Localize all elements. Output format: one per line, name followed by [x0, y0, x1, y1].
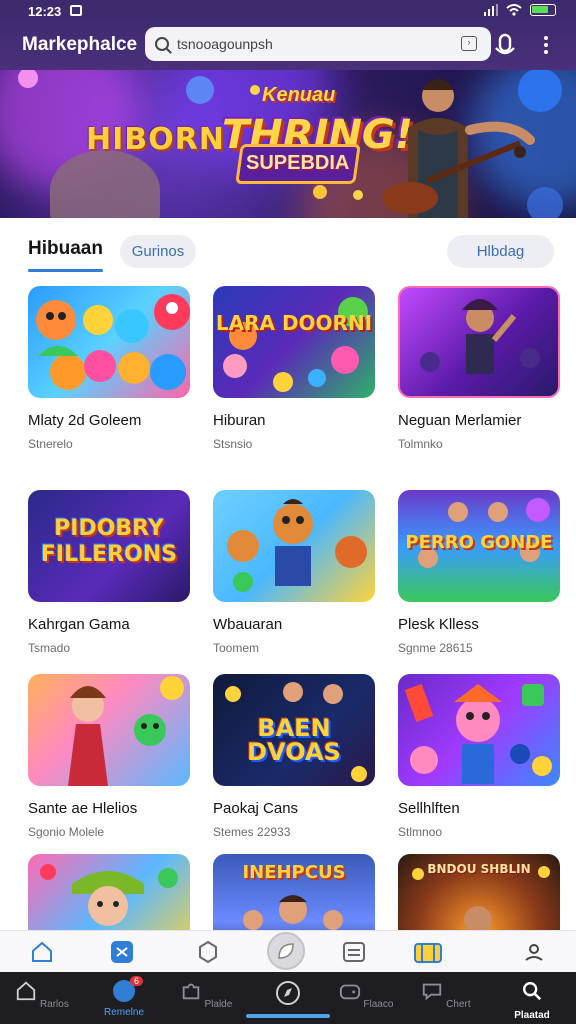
game-art-title: LARA DOORNI	[215, 311, 373, 335]
status-bar: 12:23	[0, 0, 576, 24]
search-icon	[155, 37, 169, 51]
tab-pill-right[interactable]: Hlbdag	[447, 235, 554, 268]
game-card[interactable]: LARA DOORNI Hiburan Stsnsio	[213, 286, 375, 451]
game-art-title: BAEN DVOAS	[247, 714, 341, 766]
game-subtitle: Stlmnoo	[398, 825, 443, 839]
battery-icon	[530, 4, 556, 16]
tab-pill-left[interactable]: Gurinos	[120, 235, 196, 268]
game-card[interactable]: Neguan Merlamier Tolmnko	[398, 286, 560, 451]
nav-label: Plaatad	[514, 1010, 550, 1021]
game-subtitle: Sgonio Molele	[28, 825, 105, 839]
game-thumbnail: LARA DOORNI	[213, 286, 375, 398]
compass-icon	[276, 981, 300, 1005]
game-art-title: BNDOU SHBLIN	[427, 862, 531, 876]
game-art-title: INEHPCUS	[242, 862, 346, 883]
nav-item-plalde[interactable]: Plalde	[176, 980, 236, 1010]
game-card[interactable]: BAEN DVOAS Paokaj Cans Stemes 22933	[213, 674, 375, 839]
game-title: Paokaj Cans	[213, 800, 299, 817]
game-thumbnail	[398, 674, 560, 786]
game-title: Kahrgan Gama	[28, 616, 130, 633]
game-title: Plesk Klless	[398, 616, 479, 633]
game-card[interactable]: Sante ae Hlelios Sgonio Molele	[28, 674, 190, 839]
puzzle-icon	[182, 983, 199, 1000]
wifi-icon	[506, 4, 522, 16]
quick-action-bar	[0, 930, 576, 972]
game-thumbnail	[28, 286, 190, 398]
center-action-button[interactable]	[267, 932, 305, 970]
game-art-title: PIDOBRY FILLERONS	[40, 516, 178, 567]
chat-icon: 6	[113, 976, 143, 1002]
nav-item-flaaco[interactable]: Flaaco	[336, 980, 396, 1010]
nav-label: Flaaco	[363, 999, 394, 1010]
app-header: 12:23 Markephalce ›	[0, 0, 576, 70]
category-tabs: Hibuaan Gurinos Hlbdag	[0, 218, 576, 280]
home-indicator[interactable]	[246, 1014, 330, 1018]
tab-active[interactable]: Hibuaan	[28, 238, 103, 260]
game-art-title: PERRO GONDE	[405, 532, 553, 553]
signal-icon	[484, 4, 498, 16]
game-title: Wbauaran	[213, 616, 283, 633]
user-icon[interactable]	[522, 940, 546, 964]
leaf-icon	[278, 943, 294, 959]
nav-item-home[interactable]: Rarlos	[12, 980, 72, 1010]
game-card[interactable]: Mlaty 2d Goleem Stnerelo	[28, 286, 190, 451]
more-menu-icon[interactable]	[544, 36, 548, 54]
profile-icon[interactable]	[494, 32, 516, 56]
nav-label: Plalde	[204, 999, 233, 1010]
game-thumbnail: BAEN DVOAS	[213, 674, 375, 786]
banner-title-left: HIBORN	[86, 122, 225, 157]
scan-icon[interactable]: ›	[461, 36, 477, 51]
nav-item-compass[interactable]	[258, 980, 318, 1014]
banner-plate: SUPEBDIA	[246, 152, 350, 174]
nav-item-remelne[interactable]: 6 Remelne	[94, 976, 154, 1018]
game-card[interactable]: Sellhlften Stlmnoo	[398, 674, 560, 839]
promo-banner[interactable]: Kenuau HIBORN THRING! SUPEBDIA	[0, 70, 576, 218]
search-icon	[523, 982, 542, 1001]
game-subtitle: Stsnsio	[213, 437, 253, 451]
game-title: Sante ae Hlelios	[28, 800, 138, 817]
guitarist-figure	[382, 79, 535, 218]
game-icon	[339, 984, 360, 1000]
game-subtitle: Tolmnko	[398, 437, 443, 451]
banner-subtitle: Kenuau	[262, 84, 336, 106]
nav-item-plaatad[interactable]: Plaatad	[502, 980, 562, 1021]
game-title: Neguan Merlamier	[398, 412, 522, 429]
game-thumbnail: PERRO GONDE	[398, 490, 560, 602]
gamepad-icon[interactable]	[110, 940, 134, 964]
game-card[interactable]: PERRO GONDE Plesk Klless Sgnme 28615	[398, 490, 560, 655]
box-icon[interactable]	[414, 940, 442, 964]
game-title: Hiburan	[213, 412, 266, 429]
game-subtitle: Toomem	[213, 641, 260, 655]
game-thumbnail	[213, 490, 375, 602]
game-thumbnail: PIDOBRY FILLERONS	[28, 490, 190, 602]
game-subtitle: Sgnme 28615	[398, 641, 473, 655]
notification-icon	[70, 5, 82, 16]
home-icon	[16, 981, 36, 1001]
game-card[interactable]: Wbauaran Toomem	[213, 490, 375, 655]
game-thumbnail	[28, 674, 190, 786]
badge-icon[interactable]	[196, 940, 220, 964]
game-title: Sellhlften	[398, 800, 460, 817]
tab-indicator	[28, 269, 103, 272]
game-title: Mlaty 2d Goleem	[28, 412, 142, 429]
game-card[interactable]: PIDOBRY FILLERONS Kahrgan Gama Tsmado	[28, 490, 190, 655]
status-time: 12:23	[28, 4, 62, 19]
game-thumbnail	[398, 286, 560, 398]
search-bar[interactable]: ›	[145, 27, 491, 61]
page-title: Markephalce	[22, 34, 138, 55]
game-subtitle: Stemes 22933	[213, 825, 291, 839]
nav-label: Remelne	[103, 1007, 145, 1018]
search-input[interactable]	[177, 36, 437, 52]
nav-item-chert[interactable]: Chert	[416, 980, 476, 1010]
game-subtitle: Stnerelo	[28, 437, 73, 451]
bubble-icon	[423, 983, 442, 1001]
notification-badge: 6	[129, 976, 143, 986]
list-icon[interactable]	[342, 940, 366, 964]
home-icon[interactable]	[30, 940, 54, 964]
game-subtitle: Tsmado	[28, 641, 71, 655]
nav-label: Chert	[446, 999, 471, 1010]
nav-label: Rarlos	[39, 999, 69, 1010]
